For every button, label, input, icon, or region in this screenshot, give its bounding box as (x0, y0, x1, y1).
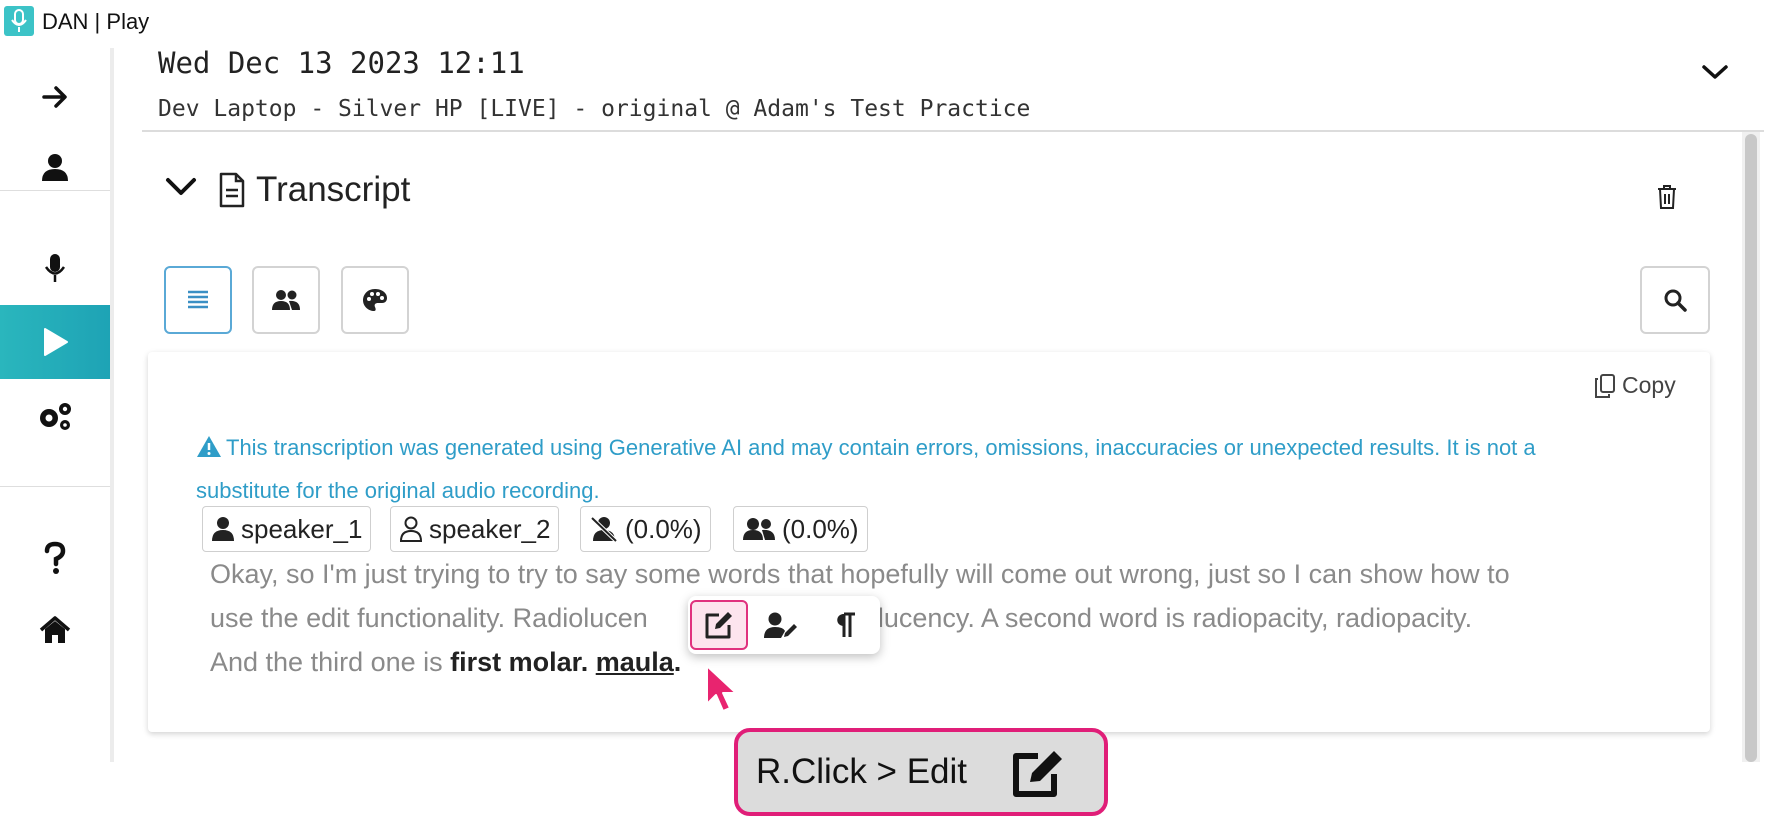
edit-icon (1010, 748, 1070, 804)
instruction-callout: R.Click > Edit (734, 728, 1108, 816)
speaker-chip-1[interactable]: speaker_1 (202, 506, 372, 552)
sidebar-item-play[interactable] (0, 305, 110, 379)
chevron-down-icon (166, 178, 196, 195)
question-icon (44, 541, 66, 574)
unassigned-speaker-chip[interactable]: (0.0%) (580, 506, 711, 552)
selected-word[interactable]: maula (596, 647, 674, 677)
user-edit-icon (764, 612, 797, 638)
paragraph-button[interactable] (816, 600, 874, 650)
home-icon (39, 616, 71, 643)
multi-speaker-chip[interactable]: (0.0%) (733, 506, 868, 552)
sidebar-expand-button[interactable] (0, 60, 110, 134)
edit-icon (705, 612, 732, 639)
speaker-chip-label: speaker_2 (429, 513, 551, 544)
recording-date: Wed Dec 13 2023 12:11 (158, 46, 525, 80)
header-divider (142, 130, 1764, 132)
transcript-segment: radiolucency. A second word is radiopaci… (817, 603, 1473, 633)
sidebar-item-record[interactable] (0, 231, 110, 305)
arrow-right-icon (42, 86, 67, 108)
sidebar-divider (0, 486, 110, 487)
transcript-line: And the third one is first molar. maula. (210, 640, 1670, 684)
user-icon (42, 154, 68, 181)
gears-icon (40, 403, 71, 430)
sidebar (0, 48, 114, 762)
speaker-chip-label: speaker_1 (241, 513, 363, 544)
transcript-text[interactable]: Okay, so I'm just trying to try to say s… (210, 552, 1670, 684)
bold-phrase: first molar. (450, 647, 589, 677)
play-icon (44, 328, 68, 356)
edit-word-button[interactable] (690, 600, 748, 650)
scrollbar-thumb[interactable] (1745, 134, 1757, 762)
change-speaker-button[interactable] (752, 600, 810, 650)
title-bar: DAN | Play (0, 0, 1784, 44)
ai-warning-text: This transcription was generated using G… (196, 435, 1536, 503)
sidebar-item-home[interactable] (0, 593, 110, 667)
microphone-icon (44, 254, 66, 282)
delete-transcript-button[interactable] (1656, 184, 1678, 214)
document-icon (218, 172, 246, 212)
header-collapse-button[interactable] (1700, 62, 1730, 86)
user-outline-icon (399, 516, 423, 542)
search-button[interactable] (1640, 266, 1710, 334)
user-slash-icon (590, 516, 618, 542)
text-view-button[interactable] (164, 266, 232, 334)
align-justify-icon (188, 290, 208, 309)
app-microphone-icon (4, 6, 34, 36)
punctuation: . (673, 647, 682, 677)
transcript-segment: And the third one is (210, 647, 451, 677)
sidebar-item-help[interactable] (0, 521, 110, 595)
sidebar-item-user[interactable] (0, 130, 110, 204)
speaker-chip-label: (0.0%) (625, 513, 702, 544)
search-icon (1664, 289, 1687, 312)
window-title: DAN | Play (42, 9, 150, 34)
users-icon (743, 518, 775, 540)
copy-button[interactable]: Copy (1594, 372, 1676, 399)
speaker-chip-2[interactable]: speaker_2 (390, 506, 560, 552)
transcript-title: Transcript (256, 170, 411, 209)
recording-subtitle: Dev Laptop - Silver HP [LIVE] - original… (158, 96, 1031, 122)
transcript-line: use the edit functionality. Radiolucen ra… (210, 596, 1670, 640)
transcript-collapse-button[interactable] (164, 176, 198, 202)
trash-icon (1658, 185, 1676, 209)
color-view-button[interactable] (341, 266, 409, 334)
users-icon (272, 290, 300, 310)
sidebar-item-settings[interactable] (0, 379, 110, 453)
copy-icon (1595, 373, 1615, 398)
warning-icon (197, 436, 221, 457)
context-menu (688, 596, 880, 654)
sidebar-divider (0, 190, 110, 191)
palette-icon (363, 289, 387, 311)
chevron-down-icon (1702, 65, 1728, 79)
transcript-line: Okay, so I'm just trying to try to say s… (210, 559, 1510, 589)
transcript-segment: use the edit functionality. Radiolucen (210, 603, 648, 633)
speaker-chip-label: (0.0%) (782, 513, 859, 544)
mouse-cursor-icon (704, 664, 744, 718)
speakers-view-button[interactable] (252, 266, 320, 334)
paragraph-icon (837, 612, 855, 637)
copy-label: Copy (1622, 372, 1676, 398)
callout-text: R.Click > Edit (756, 752, 968, 791)
ai-warning: This transcription was generated using G… (196, 426, 1626, 512)
user-solid-icon (212, 517, 234, 541)
